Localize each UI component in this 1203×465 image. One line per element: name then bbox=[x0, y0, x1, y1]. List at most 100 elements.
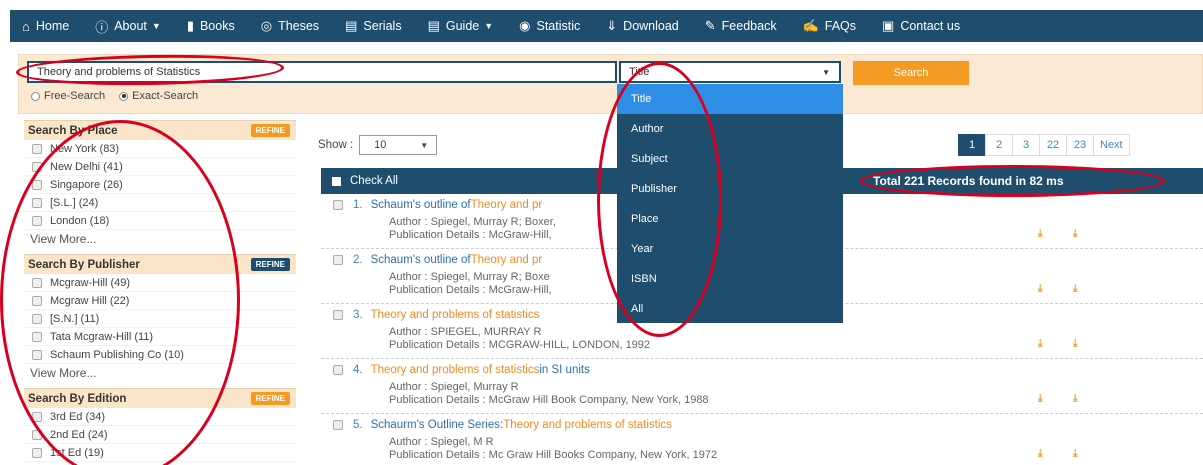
facet-header: Search By Place REFINE bbox=[24, 120, 296, 140]
facet-item[interactable]: London (18) bbox=[24, 212, 296, 230]
refine-button[interactable]: REFINE bbox=[250, 392, 290, 405]
refine-button[interactable]: REFINE bbox=[250, 258, 290, 271]
result-item: 4. Theory and problems of statistics in S… bbox=[321, 359, 1203, 414]
checkbox-icon[interactable] bbox=[333, 310, 343, 320]
exact-search-radio[interactable]: Exact-Search bbox=[119, 90, 198, 102]
download-icon[interactable]: ⤓ bbox=[1073, 448, 1077, 459]
download-icon[interactable]: ⤓ bbox=[1038, 283, 1042, 294]
facet-item[interactable]: Tata Mcgraw-Hill (11) bbox=[24, 328, 296, 346]
checkbox-icon bbox=[32, 331, 42, 342]
facet-item[interactable]: Singapore (26) bbox=[24, 176, 296, 194]
edit-icon: ✍ bbox=[802, 18, 819, 33]
checkbox-icon bbox=[32, 143, 42, 154]
facet-item[interactable]: Schaum Publishing Co (10) bbox=[24, 346, 296, 364]
checkbox-icon bbox=[32, 179, 42, 190]
page-link[interactable]: 2 bbox=[985, 134, 1013, 156]
option-year[interactable]: Year bbox=[617, 234, 843, 264]
search-button[interactable]: Search bbox=[853, 61, 969, 85]
chevron-down-icon: ▼ bbox=[420, 140, 429, 150]
option-title[interactable]: Title bbox=[617, 84, 843, 114]
checkbox-icon[interactable] bbox=[333, 365, 343, 375]
download-icon[interactable]: ⤓ bbox=[1073, 393, 1077, 404]
option-publisher[interactable]: Publisher bbox=[617, 174, 843, 204]
nav-about[interactable]: ⓘ About ▼ bbox=[82, 10, 174, 42]
checkbox-icon bbox=[32, 295, 42, 306]
checkbox-icon bbox=[32, 215, 42, 226]
statistic-icon: ◉ bbox=[519, 18, 531, 33]
checkbox-icon bbox=[32, 313, 42, 324]
option-all[interactable]: All bbox=[617, 294, 843, 324]
facet-item[interactable]: [S.L.] (24) bbox=[24, 194, 296, 212]
option-place[interactable]: Place bbox=[617, 204, 843, 234]
search-field-select[interactable]: Title ▼ bbox=[619, 61, 841, 83]
refine-sidebar: Search By Place REFINE New York (83) New … bbox=[24, 120, 296, 465]
download-icon[interactable]: ⤓ bbox=[1038, 448, 1042, 459]
page-link[interactable]: 22 bbox=[1039, 134, 1067, 156]
nav-download[interactable]: ⇓ Download bbox=[593, 10, 692, 42]
download-icon[interactable]: ⤓ bbox=[1038, 393, 1042, 404]
option-isbn[interactable]: ISBN bbox=[617, 264, 843, 294]
pagination: 1 2 3 22 23 Next bbox=[958, 134, 1130, 156]
view-more-link[interactable]: View More... bbox=[24, 364, 296, 382]
download-icon[interactable]: ⤓ bbox=[1073, 338, 1077, 349]
download-icon: ⇓ bbox=[606, 18, 618, 33]
option-subject[interactable]: Subject bbox=[617, 144, 843, 174]
check-all-label[interactable]: Check All bbox=[350, 175, 398, 187]
download-icon[interactable]: ⤓ bbox=[1073, 283, 1077, 294]
nav-contact[interactable]: ▣ Contact us bbox=[869, 10, 973, 42]
next-page-link[interactable]: Next bbox=[1093, 134, 1130, 156]
nav-statistic[interactable]: ◉ Statistic bbox=[506, 10, 593, 42]
nav-books[interactable]: ▮ Books bbox=[174, 10, 248, 42]
checkbox-icon bbox=[32, 411, 42, 422]
caret-down-icon: ▼ bbox=[151, 21, 161, 31]
guide-icon: ▤ bbox=[427, 18, 440, 33]
checkbox-icon bbox=[32, 349, 42, 360]
page-link[interactable]: 23 bbox=[1066, 134, 1094, 156]
caret-down-icon: ▼ bbox=[484, 21, 494, 31]
facet-item[interactable]: 1st Ed (19) bbox=[24, 444, 296, 462]
download-icon[interactable]: ⤓ bbox=[1073, 228, 1077, 239]
nav-serials[interactable]: ▤ Serials bbox=[332, 10, 415, 42]
page-size-select[interactable]: 10 ▼ bbox=[359, 135, 438, 155]
nav-faqs[interactable]: ✍ FAQs bbox=[790, 10, 869, 42]
facet-header: Search By Publisher REFINE bbox=[24, 254, 296, 274]
facet-item[interactable]: 2nd Ed (24) bbox=[24, 426, 296, 444]
nav-theses[interactable]: ◎ Theses bbox=[248, 10, 332, 42]
check-all-checkbox[interactable] bbox=[332, 176, 341, 186]
checkbox-icon bbox=[32, 429, 42, 440]
target-icon: ◎ bbox=[260, 18, 273, 33]
radio-checked-icon bbox=[119, 91, 129, 101]
contact-icon: ▣ bbox=[882, 18, 895, 33]
result-count: Total 221 Records found in 82 ms bbox=[873, 174, 1064, 188]
view-more-link[interactable]: View More... bbox=[24, 230, 296, 248]
refine-button[interactable]: REFINE bbox=[250, 124, 290, 137]
page-link[interactable]: 1 bbox=[958, 134, 986, 156]
nav-feedback[interactable]: ✎ Feedback bbox=[692, 10, 790, 42]
free-search-radio[interactable]: Free-Search bbox=[31, 90, 105, 102]
facet-item[interactable]: Mcgraw Hill (22) bbox=[24, 292, 296, 310]
page-link[interactable]: 3 bbox=[1012, 134, 1040, 156]
serials-icon: ▤ bbox=[345, 18, 358, 33]
checkbox-icon[interactable] bbox=[333, 255, 343, 265]
search-input[interactable] bbox=[27, 61, 617, 83]
nav-guide[interactable]: ▤ Guide ▼ bbox=[415, 10, 507, 42]
facet-item[interactable]: [S.N.] (11) bbox=[24, 310, 296, 328]
facet-item[interactable]: New York (83) bbox=[24, 140, 296, 158]
checkbox-icon[interactable] bbox=[333, 420, 343, 430]
place-facet: Search By Place REFINE New York (83) New … bbox=[24, 120, 296, 248]
search-mode-group: Free-Search Exact-Search bbox=[31, 90, 198, 102]
home-icon: ⌂ bbox=[22, 18, 30, 34]
download-icon[interactable]: ⤓ bbox=[1038, 228, 1042, 239]
facet-item[interactable]: Mcgraw-Hill (49) bbox=[24, 274, 296, 292]
facet-header: Search By Edition REFINE bbox=[24, 388, 296, 408]
result-item: 5. Schaurm's Outline Series: Theory and p… bbox=[321, 414, 1203, 465]
checkbox-icon bbox=[32, 447, 42, 458]
download-icon[interactable]: ⤓ bbox=[1038, 338, 1042, 349]
facet-item[interactable]: New Delhi (41) bbox=[24, 158, 296, 176]
facet-item[interactable]: 3rd Ed (34) bbox=[24, 408, 296, 426]
option-author[interactable]: Author bbox=[617, 114, 843, 144]
checkbox-icon[interactable] bbox=[333, 200, 343, 210]
nav-home[interactable]: ⌂ Home bbox=[10, 10, 82, 42]
info-icon: ⓘ bbox=[95, 19, 109, 35]
checkbox-icon bbox=[32, 197, 42, 208]
